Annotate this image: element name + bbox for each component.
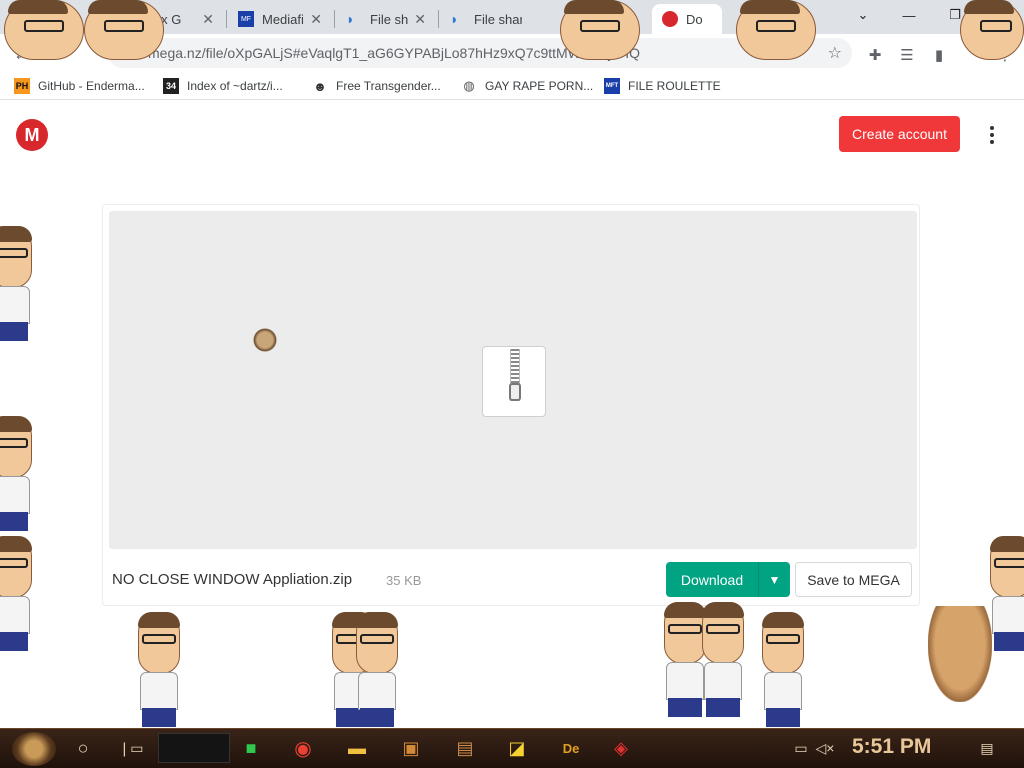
app-icon-box[interactable]: ▣: [396, 734, 426, 762]
taskbar-search-box[interactable]: [158, 733, 230, 763]
mft-icon: MFT: [604, 78, 620, 94]
cartoon-character-sprite: [134, 612, 184, 727]
cartoon-character-sprite: [0, 536, 36, 651]
cartoon-character-sprite: [698, 602, 748, 717]
cartoon-head-sprite: [960, 0, 1024, 60]
cartoon-head-sprite: [736, 0, 816, 60]
zipper-pull: [509, 383, 521, 401]
deepl-icon[interactable]: De: [556, 734, 586, 762]
bookmark-globe-site[interactable]: ◍ GAY RAPE PORN...: [461, 77, 593, 95]
tab-search-chevron-icon[interactable]: ⌄: [840, 0, 886, 30]
cartoon-head-sprite: [4, 0, 84, 60]
taskbar-clock[interactable]: 5:51 PM: [852, 735, 931, 759]
bookmark-github[interactable]: PH GitHub - Enderma...: [14, 77, 145, 95]
more-options-icon[interactable]: [982, 121, 1002, 149]
tab-file-share-2[interactable]: ◗ File shar: [440, 4, 532, 34]
download-label[interactable]: Download: [666, 562, 758, 597]
close-icon[interactable]: ✕: [310, 11, 322, 28]
user-icon: ☻: [313, 78, 327, 94]
close-icon[interactable]: ✕: [202, 11, 214, 28]
cortana-circle-icon[interactable]: ○: [68, 734, 98, 762]
save-to-mega-button[interactable]: Save to MEGA: [795, 562, 912, 597]
cartoon-character-sprite: [352, 612, 402, 727]
tab-divider: [438, 10, 439, 28]
cartoon-character-sprite: [0, 416, 36, 531]
mediafire-icon: MF: [238, 11, 254, 27]
tab-divider: [226, 10, 227, 28]
animated-cursor-sprite: [251, 326, 279, 354]
file-share-icon: ◗: [450, 11, 459, 27]
cartoon-head-sprite: [84, 0, 164, 60]
bookmark-file-roulette[interactable]: MFT FILE ROULETTE: [604, 77, 721, 95]
close-icon[interactable]: ✕: [414, 11, 426, 28]
roblox-taskbar-icon[interactable]: ◈: [606, 734, 636, 762]
file-name: NO CLOSE WINDOW Appliation.zip: [112, 571, 353, 588]
globe-icon: ◍: [463, 78, 475, 93]
volume-muted-icon[interactable]: ◁×: [810, 734, 840, 762]
file-card: NO CLOSE WINDOW Appliation.zip 35 KB Dow…: [102, 204, 920, 606]
download-button[interactable]: Download ▼: [666, 562, 790, 597]
cartoon-character-sprite: [758, 612, 808, 727]
bookmark-star-icon[interactable]: ☆: [828, 43, 842, 63]
chrome-icon[interactable]: ◉: [288, 734, 318, 762]
chevron-down-icon[interactable]: ▼: [758, 562, 790, 597]
tab-mega[interactable]: Do: [652, 4, 722, 34]
bookmark-index-dartz[interactable]: 34 Index of ~dartz/i...: [163, 77, 283, 95]
file-info-row: NO CLOSE WINDOW Appliation.zip 35 KB Dow…: [103, 555, 921, 605]
qr-icon: 34: [163, 78, 179, 94]
bookmark-free-transgender[interactable]: ☻ Free Transgender...: [312, 77, 441, 95]
extensions-puzzle-icon[interactable]: ✚: [864, 44, 886, 66]
media-queue-icon[interactable]: ☰: [896, 44, 918, 66]
create-account-button[interactable]: Create account: [839, 116, 960, 152]
notifications-icon[interactable]: ▤: [972, 734, 1002, 762]
mega-icon: [662, 11, 678, 27]
file-explorer-icon[interactable]: ▬: [342, 734, 372, 762]
task-view-icon[interactable]: ❘▭: [116, 734, 146, 762]
sticky-notes-icon[interactable]: ◪: [502, 734, 532, 762]
file-size: 35 KB: [386, 573, 422, 588]
cartoon-head-sprite: [560, 0, 640, 60]
start-button[interactable]: [12, 732, 56, 766]
hamster-sprite: [928, 606, 992, 702]
cartoon-character-sprite: [0, 226, 36, 341]
tab-file-share-1[interactable]: ◗ File shar ✕: [336, 4, 436, 34]
ph-icon: PH: [14, 78, 30, 94]
file-preview: [109, 211, 917, 549]
tab-divider: [334, 10, 335, 28]
side-panel-icon[interactable]: ▮: [928, 44, 950, 66]
zip-file-icon: [482, 346, 546, 417]
tab-mediafire[interactable]: MF Mediafire ✕: [228, 4, 332, 34]
spotify-note-icon[interactable]: ■: [236, 734, 266, 762]
minimize-icon[interactable]: —: [886, 0, 932, 30]
mega-logo[interactable]: M: [16, 119, 48, 151]
file-share-icon: ◗: [346, 11, 355, 27]
app-icon-console[interactable]: ▤: [450, 734, 480, 762]
